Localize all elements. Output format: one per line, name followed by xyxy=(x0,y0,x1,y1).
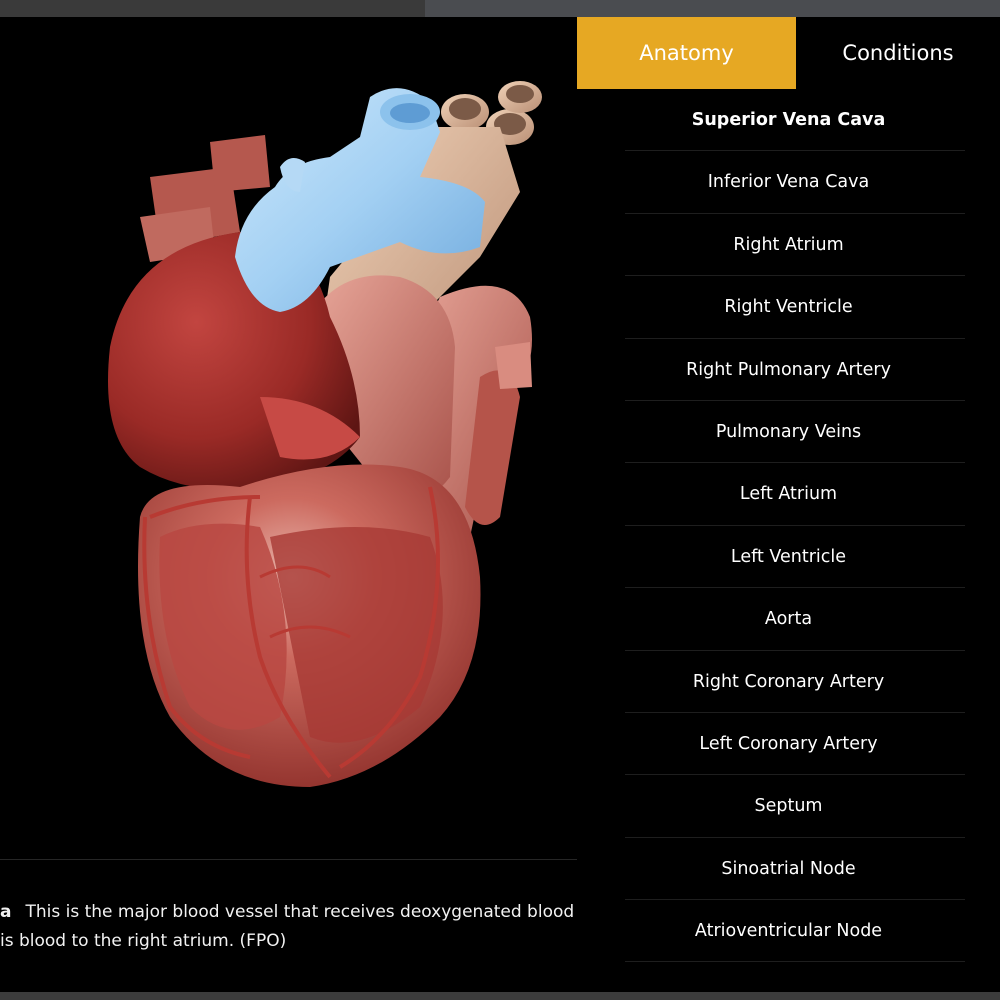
tab-bar: Anatomy Conditions xyxy=(577,17,1000,89)
tab-conditions[interactable]: Conditions xyxy=(796,17,1000,89)
list-item-aorta[interactable]: Aorta xyxy=(577,588,1000,651)
caption-line-1: a This is the major blood vessel that rec… xyxy=(0,902,577,922)
heart-model-icon[interactable] xyxy=(0,17,577,867)
list-item-right-ventricle[interactable]: Right Ventricle xyxy=(577,276,1000,339)
list-item-right-atrium[interactable]: Right Atrium xyxy=(577,214,1000,277)
list-item-inferior-vena-cava[interactable]: Inferior Vena Cava xyxy=(577,151,1000,215)
heart-3d-viewer[interactable] xyxy=(0,17,577,992)
tab-anatomy[interactable]: Anatomy xyxy=(577,17,796,89)
anatomy-list: Superior Vena Cava Inferior Vena Cava Righ… xyxy=(577,89,1000,963)
caption-term: a xyxy=(0,902,12,922)
list-item-septum[interactable]: Septum xyxy=(577,775,1000,839)
caption-text-1: This is the major blood vessel that rece… xyxy=(25,902,577,922)
anatomy-panel: Anatomy Conditions Superior Vena Cava Inf… xyxy=(577,17,1000,992)
description-caption: a This is the major blood vessel that rec… xyxy=(0,902,577,972)
caption-divider xyxy=(0,859,577,860)
caption-line-2: is blood to the right atrium. (FPO) xyxy=(0,931,286,951)
list-item-left-ventricle[interactable]: Left Ventricle xyxy=(577,526,1000,589)
bottom-bar xyxy=(0,992,1000,1000)
list-item-superior-vena-cava[interactable]: Superior Vena Cava xyxy=(577,89,1000,152)
list-item-right-pulmonary-artery[interactable]: Right Pulmonary Artery xyxy=(577,339,1000,402)
caption-text-2: is blood to the right atrium. (FPO) xyxy=(0,931,287,951)
list-item-atrioventricular-node[interactable]: Atrioventricular Node xyxy=(577,900,1000,963)
list-item-left-atrium[interactable]: Left Atrium xyxy=(577,463,1000,527)
top-bar-left xyxy=(0,0,425,17)
list-item-left-coronary-artery[interactable]: Left Coronary Artery xyxy=(577,713,1000,776)
list-item-sinoatrial-node[interactable]: Sinoatrial Node xyxy=(577,838,1000,901)
list-item-right-coronary-artery[interactable]: Right Coronary Artery xyxy=(577,651,1000,714)
list-item-pulmonary-veins[interactable]: Pulmonary Veins xyxy=(577,401,1000,464)
top-bar-right xyxy=(425,0,1000,17)
